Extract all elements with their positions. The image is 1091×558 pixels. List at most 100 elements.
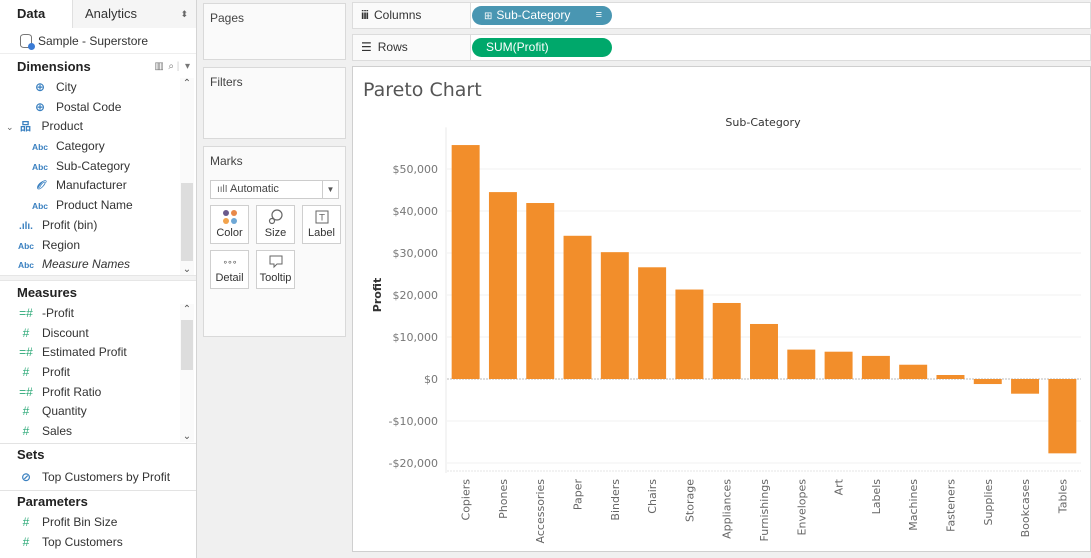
columns-shelf[interactable]: iii Columns ⊞ Sub-Category ≡ [352, 2, 1091, 29]
x-tick-label: Labels [870, 479, 883, 515]
item-label: Product [41, 119, 83, 134]
bar-labels[interactable] [861, 355, 890, 379]
label-button[interactable]: T Label [302, 205, 341, 244]
bar-copiers[interactable] [451, 145, 480, 379]
sort-descending-icon[interactable]: ≡ [596, 6, 602, 25]
scroll-down-icon[interactable]: ⌄ [180, 431, 194, 442]
columns-icon: iii [361, 8, 369, 22]
parameter-item[interactable]: # Top Customers [0, 533, 196, 553]
bar-chairs[interactable] [638, 267, 667, 379]
dimensions-scrollbar[interactable]: ⌃ ⌄ [180, 78, 194, 275]
sub-category-pill[interactable]: ⊞ Sub-Category ≡ [472, 6, 612, 25]
abc-icon: Abc [31, 201, 49, 212]
item-label: City [56, 80, 77, 94]
y-tick-label: $50,000 [393, 163, 439, 176]
measure-item[interactable]: # Discount [0, 324, 196, 344]
menu-dropdown-icon[interactable]: ▾ [185, 61, 190, 72]
viz-sheet: Pareto Chart -$20,000 -$10,000 $0 $10,000 $2… [352, 66, 1091, 552]
sets-header: Sets [0, 444, 196, 466]
scroll-up-icon[interactable]: ⌃ [180, 78, 194, 89]
measure-item[interactable]: # Quantity [0, 402, 196, 422]
dimensions-tools: ▥ ⌕ | ▾ [154, 61, 190, 72]
sum-profit-pill[interactable]: SUM(Profit) [472, 38, 612, 57]
measures-scrollbar[interactable]: ⌃ ⌄ [180, 304, 194, 442]
bar-bookcases[interactable] [1011, 379, 1040, 394]
measure-item[interactable]: =# -Profit [0, 304, 196, 324]
expand-plus-icon[interactable]: ⊞ [484, 11, 492, 22]
x-axis-labels: Copiers Phones Accessories Paper Binders Chai… [460, 478, 1070, 543]
bar-supplies[interactable] [973, 379, 1002, 385]
bar-appliances[interactable] [712, 302, 741, 379]
marks-title: Marks [210, 154, 243, 168]
parameter-item[interactable]: # Profit Bin Size [0, 513, 196, 533]
globe-icon: ⊕ [34, 99, 46, 114]
y-tick-label: $10,000 [393, 331, 439, 344]
x-tick-label: Accessories [534, 479, 547, 544]
parameters-header: Parameters [0, 491, 196, 513]
chevron-down-icon[interactable]: ⌄ [6, 122, 14, 132]
item-label: Top Customers by Profit [42, 470, 171, 484]
scroll-down-icon[interactable]: ⌄ [180, 264, 194, 275]
dimension-item-manufacturer[interactable]: 𝒪 Manufacturer [0, 176, 196, 196]
bar-tables[interactable] [1048, 379, 1077, 454]
bar-art[interactable] [824, 351, 853, 379]
data-pane: Data Analytics ⬍ Sample - Superstore Dim… [0, 0, 197, 558]
pages-card[interactable]: Pages [203, 3, 346, 60]
item-label: Estimated Profit [42, 345, 127, 360]
tab-analytics[interactable]: Analytics ⬍ [72, 0, 196, 28]
dimension-item-city[interactable]: ⊕ City [0, 78, 196, 98]
bar-storage[interactable] [675, 289, 704, 379]
dimension-item-product-name[interactable]: Abc Product Name [0, 196, 196, 216]
detail-label: Detail [215, 272, 244, 284]
tooltip-button[interactable]: Tooltip [256, 250, 295, 289]
bar-phones[interactable] [488, 192, 517, 379]
search-icon[interactable]: ⌕ [168, 61, 174, 72]
columns-shelf-label: iii Columns [353, 3, 471, 28]
size-button[interactable]: Size [256, 205, 295, 244]
bar-envelopes[interactable] [787, 349, 816, 379]
rows-shelf[interactable]: ☰ Rows SUM(Profit) [352, 34, 1091, 61]
mark-type-select[interactable]: ıılI Automatic ▼ [210, 180, 339, 199]
x-tick-label: Tables [1056, 479, 1069, 514]
bar-machines[interactable] [899, 364, 928, 379]
dimension-item-category[interactable]: Abc Category [0, 137, 196, 157]
detail-button[interactable]: ∘∘∘ Detail [210, 250, 249, 289]
item-label: Category [56, 139, 105, 154]
abc-icon: Abc [17, 240, 35, 251]
x-tick-label: Paper [572, 479, 585, 511]
color-label: Color [216, 227, 243, 239]
dimension-item-product[interactable]: ⌄ 品 Product [0, 117, 196, 137]
measure-item[interactable]: # Sales [0, 422, 196, 442]
text-label-icon: T [303, 206, 340, 226]
measure-item[interactable]: =# Estimated Profit [0, 343, 196, 363]
scroll-up-icon[interactable]: ⌃ [180, 304, 194, 315]
bars [451, 145, 1077, 454]
bar-furnishings[interactable] [750, 323, 778, 379]
set-item[interactable]: ⊘ Top Customers by Profit [0, 466, 196, 488]
dimension-item-sub-category[interactable]: Abc Sub-Category [0, 157, 196, 177]
x-tick-label: Phones [497, 479, 510, 519]
dimension-item-profit-bin[interactable]: .ılı. Profit (bin) [0, 216, 196, 236]
calc-number-icon: =# [19, 306, 33, 320]
x-tick-label: Supplies [982, 479, 995, 526]
tab-data[interactable]: Data [0, 0, 72, 28]
item-label: Profit Bin Size [42, 515, 118, 529]
measure-item[interactable]: =# Profit Ratio [0, 383, 196, 403]
bar-fasteners[interactable] [936, 375, 965, 379]
scroll-thumb[interactable] [181, 183, 193, 261]
bar-paper[interactable] [563, 235, 592, 379]
dimension-item-measure-names[interactable]: Abc Measure Names [0, 255, 196, 275]
dimension-item-region[interactable]: Abc Region [0, 236, 196, 256]
item-label: Sub-Category [56, 158, 131, 173]
scroll-thumb[interactable] [181, 320, 193, 370]
bar-accessories[interactable] [526, 203, 555, 379]
hierarchy-icon: 品 [20, 121, 32, 134]
measure-item[interactable]: # Profit [0, 363, 196, 383]
datasource-item[interactable]: Sample - Superstore [0, 28, 196, 54]
y-tick-label: -$10,000 [389, 415, 438, 428]
bar-binders[interactable] [600, 252, 629, 379]
view-grid-icon[interactable]: ▥ [154, 61, 164, 72]
filters-card[interactable]: Filters [203, 67, 346, 139]
color-button[interactable]: Color [210, 205, 249, 244]
dimension-item-postal-code[interactable]: ⊕ Postal Code [0, 98, 196, 118]
